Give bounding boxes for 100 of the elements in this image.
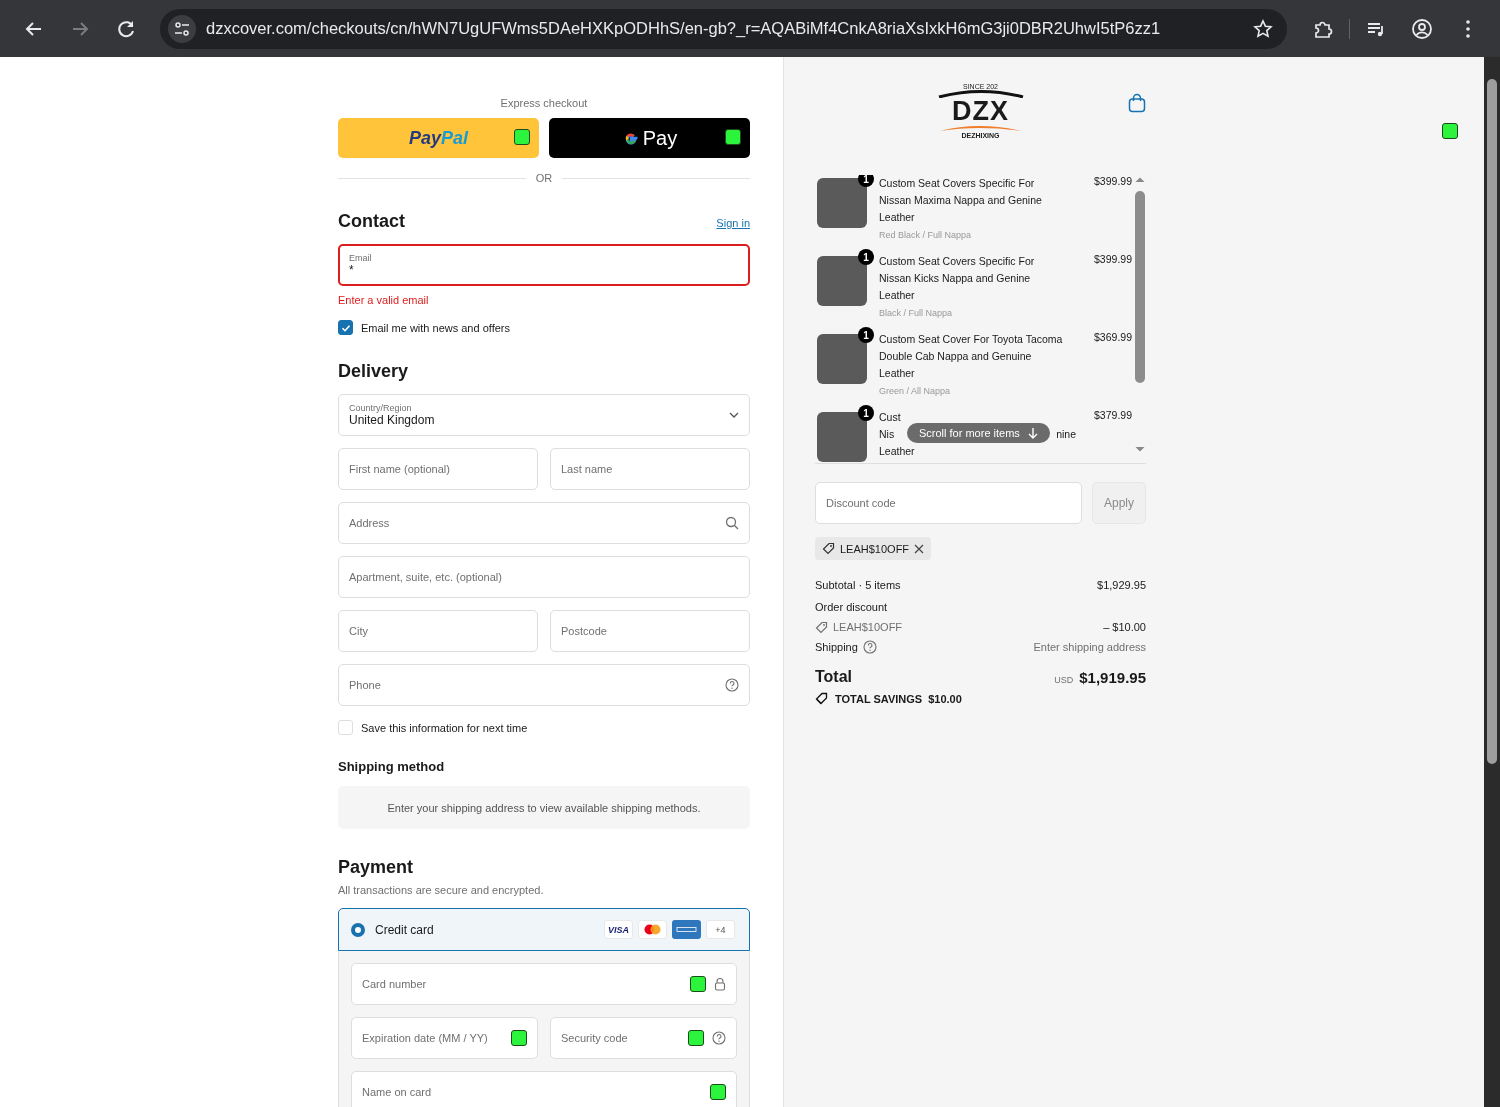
- total-label: Total: [815, 668, 853, 686]
- close-icon[interactable]: [914, 543, 925, 554]
- field-value: United Kingdom: [349, 413, 436, 427]
- radio-button[interactable]: [351, 922, 365, 937]
- sign-in-link[interactable]: Sign in: [716, 217, 750, 229]
- input-field[interactable]: Name on card: [351, 1071, 737, 1107]
- error-message: Enter a valid email: [338, 294, 430, 306]
- quantity-badge: 1: [858, 175, 874, 187]
- arc-icon: [936, 90, 1025, 98]
- product-title: Nis: [879, 427, 895, 442]
- section-heading: Delivery: [338, 361, 410, 382]
- tag-icon: [815, 620, 828, 634]
- indicator-square: [688, 1030, 704, 1046]
- product-price: $399.99: [1093, 253, 1133, 267]
- indicator-square: [725, 129, 741, 145]
- url-text: dzxcover.com/checkouts/cn/hWN7UgUFWms5DAeHXKpODHhS/en-gb?_r=AQABiMf4CnkA8riaXsIxkH6mG3ji0DBR2UhwI5tP6zz1: [206, 19, 1162, 38]
- page-scrollbar[interactable]: [1484, 57, 1500, 1107]
- divider-label: OR: [535, 172, 553, 184]
- placeholder-text: City: [349, 625, 369, 637]
- summary-label: Order discount: [815, 601, 888, 613]
- indicator-square: [1442, 123, 1458, 139]
- profile-icon[interactable]: [1411, 17, 1433, 40]
- input-field[interactable]: Card number: [351, 963, 737, 1005]
- product-price: $399.99: [1093, 175, 1133, 189]
- help-icon: [712, 1031, 726, 1045]
- country-select[interactable]: Country/Region United Kingdom: [338, 394, 750, 436]
- placeholder-text: Postcode: [561, 625, 608, 637]
- product-price: $369.99: [1093, 331, 1133, 345]
- input-field[interactable]: Address: [338, 502, 750, 544]
- input-field[interactable]: Security code: [550, 1017, 737, 1059]
- help-icon: [862, 640, 877, 654]
- total-amount: $1,919.95: [1079, 668, 1146, 686]
- product-title: Cust: [879, 410, 902, 425]
- product-variant: Red Black / Full Nappa: [879, 230, 972, 240]
- site-info-button[interactable]: [168, 14, 196, 43]
- placeholder-text: Card number: [362, 978, 428, 990]
- placeholder-text: Apartment, suite, etc. (optional): [349, 571, 503, 583]
- tags-icon: [815, 692, 829, 705]
- section-heading: Shipping method: [338, 759, 446, 774]
- option-label: Credit card: [375, 922, 435, 937]
- product-title: nine: [1056, 427, 1076, 442]
- input-field[interactable]: Expiration date (MM / YY): [351, 1017, 538, 1059]
- checkbox-label: Email me with news and offers: [361, 321, 510, 334]
- placeholder-text: Phone: [349, 679, 382, 691]
- checkbox[interactable]: [338, 320, 353, 335]
- summary-value: $1,929.95: [1097, 579, 1146, 591]
- field-label: Country/Region: [349, 403, 413, 413]
- input-field[interactable]: First name (optional): [338, 448, 538, 490]
- section-label: Express checkout: [499, 97, 589, 109]
- indicator-square: [710, 1084, 726, 1100]
- field-label: Email: [349, 253, 373, 263]
- amex-card-icon: [672, 920, 701, 939]
- shopping-bag-icon[interactable]: [1128, 93, 1146, 113]
- scrollbar-drawing[interactable]: [1134, 175, 1146, 454]
- paypal-button[interactable]: PayPal: [338, 118, 539, 158]
- placeholder-text: Expiration date (MM / YY): [362, 1032, 489, 1044]
- payment-option[interactable]: Credit card VISA +4: [338, 908, 750, 951]
- discount-chip[interactable]: LEAH$10OFF: [815, 537, 932, 560]
- address-bar[interactable]: dzxcover.com/checkouts/cn/hWN7UgUFWms5DAeHXKpODHhS/en-gb?_r=AQABiMf4CnkA8riaXsIxkH6mG3ji0DBR2UhwI5tP6zz1: [160, 8, 1287, 49]
- quantity-badge: 1: [858, 405, 874, 421]
- card-brand-badge: VISA: [604, 920, 633, 939]
- lock-icon: [714, 977, 726, 991]
- placeholder-text: Name on card: [362, 1086, 433, 1098]
- indicator-square: [511, 1030, 527, 1046]
- placeholder-text: Last name: [561, 463, 614, 475]
- quantity-badge: 1: [858, 249, 874, 265]
- summary-label: Shipping: [815, 641, 858, 653]
- scroll-hint-pill[interactable]: Scroll for more items: [907, 423, 1050, 443]
- indicator-square: [514, 129, 530, 145]
- quantity-badge: 1: [858, 327, 874, 343]
- summary-label: Subtotal · 5 items: [815, 579, 901, 591]
- chevron-down-icon: [729, 412, 739, 418]
- input-field[interactable]: City: [338, 610, 538, 652]
- sliders-icon: [174, 20, 190, 37]
- discount-code-field[interactable]: Discount code: [815, 482, 1082, 524]
- savings-amount: $10.00: [928, 692, 962, 705]
- star-icon[interactable]: [1253, 18, 1273, 39]
- product-variant: Green / All Nappa: [879, 386, 951, 396]
- input-field[interactable]: Last name: [550, 448, 750, 490]
- discount-code-label: LEAH$10OFF: [833, 621, 903, 633]
- product-title: Custom Seat Cover For Toyota Tacoma: [879, 332, 1064, 347]
- search-icon: [725, 516, 739, 530]
- product-title: Nissan Maxima Nappa and Genine: [879, 193, 1043, 208]
- email-field[interactable]: Email *: [338, 244, 750, 286]
- product-title: Leather: [879, 210, 916, 225]
- google-pay-button[interactable]: Pay: [549, 118, 750, 158]
- indicator-square: [690, 976, 706, 992]
- product-title: Custom Seat Covers Specific For: [879, 254, 1036, 269]
- field-value: *: [349, 263, 355, 277]
- input-field[interactable]: Apartment, suite, etc. (optional): [338, 556, 750, 598]
- mastercard-icon: [638, 920, 667, 939]
- input-field[interactable]: Postcode: [550, 610, 750, 652]
- tag-icon: [822, 542, 835, 555]
- section-subtitle: All transactions are secure and encrypted.: [338, 884, 545, 896]
- scrollbar-thumb[interactable]: [1487, 79, 1497, 764]
- section-heading: Payment: [338, 857, 415, 878]
- input-field[interactable]: Phone: [338, 664, 750, 706]
- product-title: Leather: [879, 444, 916, 459]
- product-title: Custom Seat Covers Specific For: [879, 176, 1036, 191]
- currency-code: USD: [1054, 674, 1074, 685]
